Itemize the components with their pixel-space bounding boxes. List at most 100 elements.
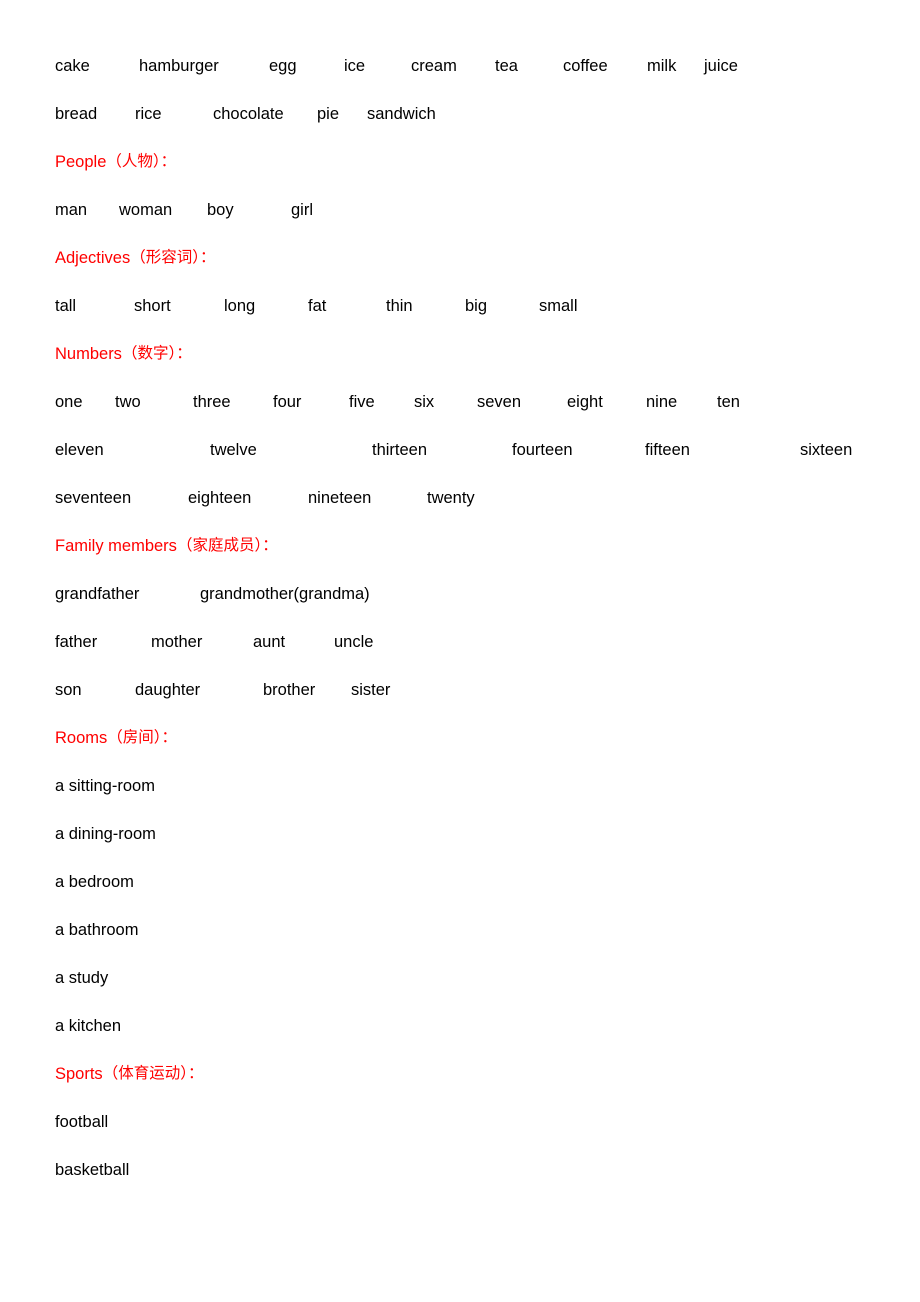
vocabulary-word: seven <box>477 393 522 411</box>
vocabulary-word: juice <box>704 57 738 75</box>
vocabulary-word: bread <box>55 105 98 123</box>
vocabulary-word: nineteen <box>308 489 372 507</box>
section-heading-chinese: （家庭成员）： <box>176 536 278 554</box>
word-row: man woman boy girl <box>55 202 880 250</box>
vocabulary-word: coffee <box>563 57 608 75</box>
section-heading-family-members: Family members （家庭成员）： <box>55 536 880 586</box>
vocabulary-word: milk <box>647 57 677 75</box>
section-heading-rooms: Rooms （房间）： <box>55 728 880 778</box>
vocabulary-word: football <box>55 1113 109 1131</box>
word-row: a bathroom <box>55 922 880 970</box>
vocabulary-word: three <box>193 393 231 411</box>
section-heading-english: Adjectives <box>55 249 131 267</box>
vocabulary-word: egg <box>269 57 297 75</box>
vocabulary-word: cream <box>411 57 457 75</box>
vocabulary-word: one <box>55 393 83 411</box>
section-heading-chinese: （房间）： <box>107 728 178 746</box>
word-row: one two three four five six seven eight nine ten <box>55 394 880 442</box>
vocabulary-word: two <box>115 393 141 411</box>
vocabulary-word: a kitchen <box>55 1017 122 1035</box>
vocabulary-word: father <box>55 633 98 651</box>
section-heading-english: Numbers <box>55 345 122 363</box>
word-row: a bedroom <box>55 874 880 922</box>
word-row: father mother aunt uncle <box>55 634 880 682</box>
section-heading-chinese: （体育运动）： <box>102 1064 204 1082</box>
section-heading-english: Family members <box>55 537 177 555</box>
vocabulary-word: brother <box>263 681 316 699</box>
section-heading-english: Rooms <box>55 729 108 747</box>
word-row: a sitting-room <box>55 778 880 826</box>
vocabulary-word: son <box>55 681 82 699</box>
vocabulary-word: girl <box>291 201 314 219</box>
document-body: cake hamburger egg ice cream tea coffee milk jui… <box>55 58 880 1210</box>
vocabulary-word: seventeen <box>55 489 132 507</box>
vocabulary-word: hamburger <box>139 57 219 75</box>
vocabulary-word: sixteen <box>800 441 853 459</box>
vocabulary-word: a sitting-room <box>55 777 155 795</box>
vocabulary-word: long <box>224 297 256 315</box>
vocabulary-word: man <box>55 201 88 219</box>
section-heading-chinese: （形容词）： <box>130 248 216 266</box>
section-heading-people: People （人物）： <box>55 152 880 202</box>
vocabulary-word: four <box>273 393 302 411</box>
section-heading-numbers: Numbers （数字）： <box>55 344 880 394</box>
vocabulary-word: cake <box>55 57 90 75</box>
vocabulary-word: grandmother(grandma) <box>200 585 370 603</box>
section-heading-english: Sports <box>55 1065 103 1083</box>
document-page: cake hamburger egg ice cream tea coffee milk jui… <box>0 0 920 1302</box>
word-row: grandfather grandmother(grandma) <box>55 586 880 634</box>
section-heading-chinese: （数字）： <box>121 344 192 362</box>
vocabulary-word: grandfather <box>55 585 140 603</box>
vocabulary-word: twenty <box>427 489 475 507</box>
vocabulary-word: a dining-room <box>55 825 156 843</box>
vocabulary-word: six <box>414 393 435 411</box>
vocabulary-word: mother <box>151 633 203 651</box>
vocabulary-word: a bathroom <box>55 921 139 939</box>
section-heading-english: People <box>55 153 107 171</box>
word-row: tall short long fat thin big small <box>55 298 880 346</box>
word-row: a study <box>55 970 880 1018</box>
vocabulary-word: boy <box>207 201 234 219</box>
vocabulary-word: eight <box>567 393 603 411</box>
vocabulary-word: small <box>539 297 578 315</box>
word-row: basketball <box>55 1162 880 1210</box>
vocabulary-word: thirteen <box>372 441 428 459</box>
vocabulary-word: a bedroom <box>55 873 134 891</box>
vocabulary-word: ice <box>344 57 366 75</box>
word-row: a dining-room <box>55 826 880 874</box>
vocabulary-word: eighteen <box>188 489 252 507</box>
vocabulary-word: eleven <box>55 441 104 459</box>
vocabulary-word: big <box>465 297 488 315</box>
word-row: son daughter brother sister <box>55 682 880 730</box>
vocabulary-word: tea <box>495 57 518 75</box>
vocabulary-word: chocolate <box>213 105 284 123</box>
vocabulary-word: uncle <box>334 633 374 651</box>
vocabulary-word: pie <box>317 105 340 123</box>
vocabulary-word: fifteen <box>645 441 690 459</box>
vocabulary-word: ten <box>717 393 740 411</box>
vocabulary-word: thin <box>386 297 413 315</box>
word-row: bread rice chocolate pie sandwich <box>55 106 880 154</box>
vocabulary-word: fat <box>308 297 327 315</box>
section-heading-adjectives: Adjectives （形容词）： <box>55 248 880 298</box>
vocabulary-word: a study <box>55 969 109 987</box>
vocabulary-word: fourteen <box>512 441 573 459</box>
section-heading-chinese: （人物）： <box>106 152 177 170</box>
vocabulary-word: five <box>349 393 375 411</box>
vocabulary-word: aunt <box>253 633 286 651</box>
vocabulary-word: basketball <box>55 1161 130 1179</box>
vocabulary-word: sandwich <box>367 105 436 123</box>
vocabulary-word: sister <box>351 681 391 699</box>
vocabulary-word: woman <box>119 201 173 219</box>
word-row: a kitchen <box>55 1018 880 1066</box>
word-row: seventeen eighteen nineteen twenty <box>55 490 880 538</box>
vocabulary-word: daughter <box>135 681 201 699</box>
word-row: football <box>55 1114 880 1162</box>
vocabulary-word: nine <box>646 393 678 411</box>
word-row: cake hamburger egg ice cream tea coffee milk jui… <box>55 58 880 106</box>
word-row: eleven twelve thirteen fourteen fifteen sixte… <box>55 442 880 490</box>
vocabulary-word: rice <box>135 105 162 123</box>
vocabulary-word: short <box>134 297 171 315</box>
vocabulary-word: twelve <box>210 441 257 459</box>
section-heading-sports: Sports （体育运动）： <box>55 1064 880 1114</box>
